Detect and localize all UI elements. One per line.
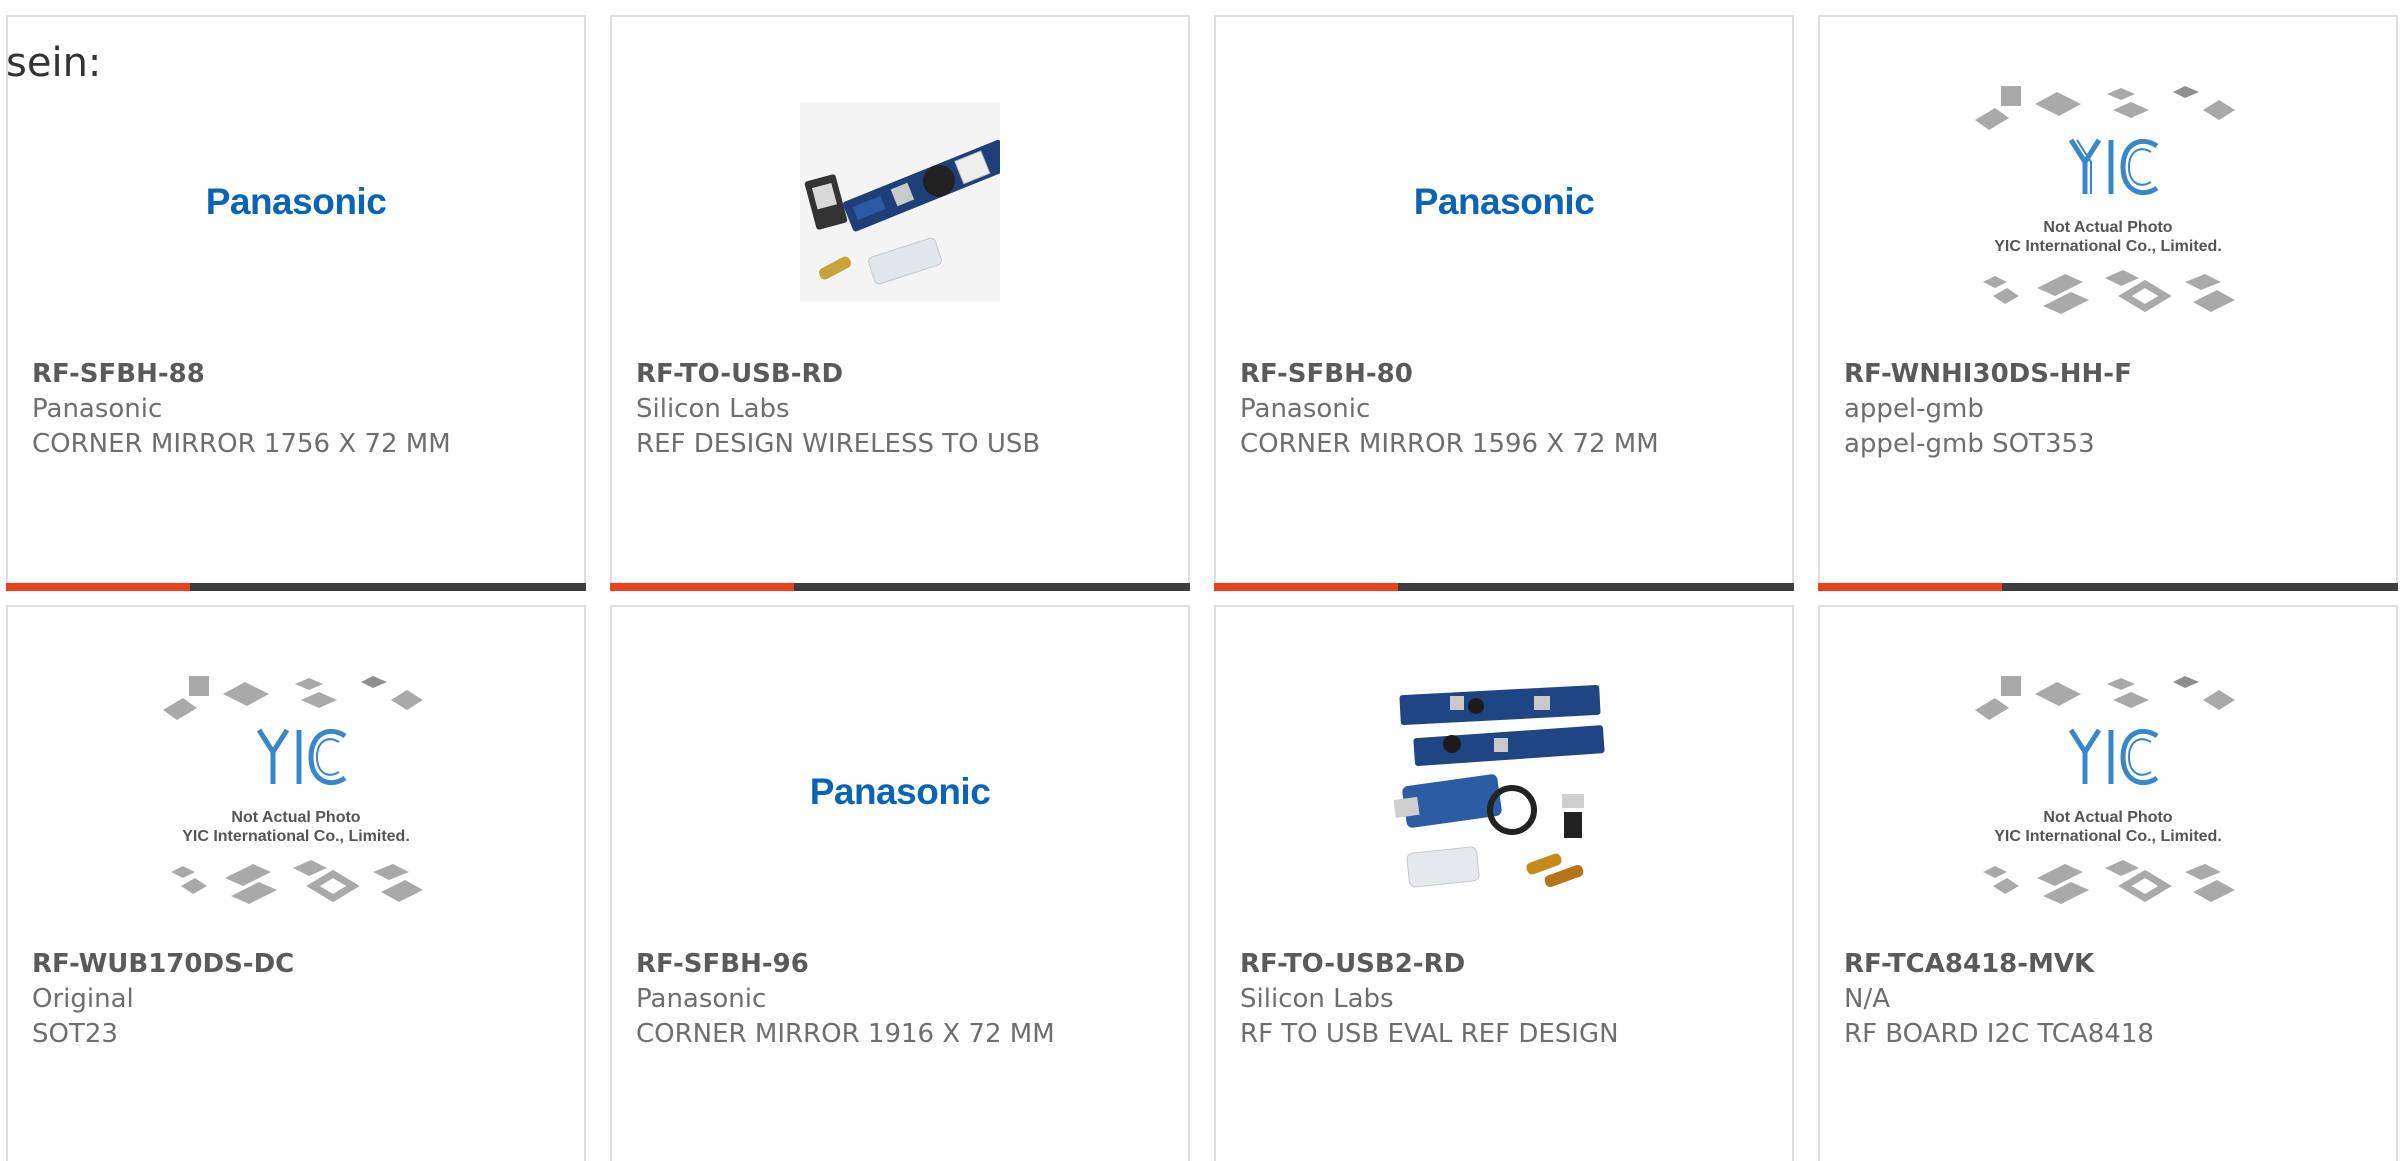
product-card[interactable]: Not Actual Photo YIC International Co., … [6,605,586,1161]
yic-placeholder-image: Not Actual Photo YIC International Co., … [1973,672,2243,912]
product-info: RF-WUB170DS-DC Original SOT23 [32,947,564,1052]
part-number[interactable]: RF-WNHI30DS-HH-F [1844,357,2376,392]
product-card[interactable]: RF-TO-USB-RD Silicon Labs REF DESIGN WIR… [610,15,1190,591]
manufacturer: Silicon Labs [636,394,790,424]
description: RF BOARD I2C TCA8418 [1844,1019,2154,1049]
product-image[interactable]: Panasonic [1216,77,1792,327]
product-image[interactable]: Panasonic [8,77,584,327]
description: CORNER MIRROR 1596 X 72 MM [1240,429,1659,459]
yic-placeholder-graphic [1975,676,2235,904]
card-bottom-bar [1214,583,1794,591]
truncated-heading-text: sein: [6,40,102,86]
manufacturer: N/A [1844,984,1890,1014]
panasonic-logo: Panasonic [1413,181,1595,222]
description: REF DESIGN WIRELESS TO USB [636,429,1041,459]
part-number[interactable]: RF-TO-USB2-RD [1240,947,1772,982]
part-number[interactable]: RF-TCA8418-MVK [1844,947,2376,982]
card-accent-bar [610,583,794,591]
placeholder-company: YIC International Co., Limited. [1994,828,2222,845]
manufacturer: appel-gmb [1844,394,1984,424]
product-card[interactable]: Not Actual Photo YIC International Co., … [1818,15,2398,591]
product-image[interactable]: Not Actual Photo YIC International Co., … [1820,77,2396,327]
usb-kit-photo [800,102,1000,302]
product-info: RF-TCA8418-MVK N/A RF BOARD I2C TCA8418 [1844,947,2376,1052]
product-card[interactable]: Panasonic RF-SFBH-80 Panasonic CORNER MI… [1214,15,1794,591]
product-image[interactable]: Not Actual Photo YIC International Co., … [8,667,584,917]
product-card[interactable]: RF-TO-USB2-RD Silicon Labs RF TO USB EVA… [1214,605,1794,1161]
description: RF TO USB EVAL REF DESIGN [1240,1019,1619,1049]
product-grid: Panasonic RF-SFBH-88 Panasonic CORNER MI… [6,15,2398,1161]
yic-placeholder-graphic [163,676,423,904]
card-bottom-bar [6,583,586,591]
product-image[interactable] [1216,667,1792,917]
product-info: RF-TO-USB2-RD Silicon Labs RF TO USB EVA… [1240,947,1772,1052]
placeholder-company: YIC International Co., Limited. [1994,238,2222,255]
placeholder-caption: Not Actual Photo [231,809,361,826]
product-image[interactable]: Panasonic [612,667,1188,917]
product-info: RF-WNHI30DS-HH-F appel-gmb appel-gmb SOT… [1844,357,2376,462]
part-number[interactable]: RF-SFBH-96 [636,947,1168,982]
part-number[interactable]: RF-TO-USB-RD [636,357,1168,392]
description: SOT23 [32,1019,118,1049]
yic-placeholder-image: Not Actual Photo YIC International Co., … [1973,82,2243,322]
manufacturer: Panasonic [32,394,163,424]
usb-kit-photo [1394,682,1614,902]
placeholder-caption: Not Actual Photo [2043,809,2173,826]
placeholder-company: YIC International Co., Limited. [182,828,410,845]
product-info: RF-TO-USB-RD Silicon Labs REF DESIGN WIR… [636,357,1168,462]
product-card[interactable]: Not Actual Photo YIC International Co., … [1818,605,2398,1161]
card-bottom-bar [1818,583,2398,591]
card-accent-bar [6,583,190,591]
part-number[interactable]: RF-SFBH-88 [32,357,564,392]
panasonic-logo: Panasonic [205,181,387,222]
yic-placeholder-image: Not Actual Photo YIC International Co., … [161,672,431,912]
product-info: RF-SFBH-80 Panasonic CORNER MIRROR 1596 … [1240,357,1772,462]
card-bottom-bar [610,583,1190,591]
product-image[interactable] [612,77,1188,327]
part-number[interactable]: RF-SFBH-80 [1240,357,1772,392]
card-accent-bar [1214,583,1398,591]
card-accent-bar [1818,583,2002,591]
page: Panasonic RF-SFBH-88 Panasonic CORNER MI… [0,0,2400,1161]
product-info: RF-SFBH-88 Panasonic CORNER MIRROR 1756 … [32,357,564,462]
manufacturer: Silicon Labs [1240,984,1394,1014]
placeholder-caption: Not Actual Photo [2043,219,2173,236]
panasonic-logo: Panasonic [809,771,991,812]
product-info: RF-SFBH-96 Panasonic CORNER MIRROR 1916 … [636,947,1168,1052]
description: CORNER MIRROR 1916 X 72 MM [636,1019,1055,1049]
product-image[interactable]: Not Actual Photo YIC International Co., … [1820,667,2396,917]
description: appel-gmb SOT353 [1844,429,2095,459]
part-number[interactable]: RF-WUB170DS-DC [32,947,564,982]
description: CORNER MIRROR 1756 X 72 MM [32,429,451,459]
manufacturer: Panasonic [636,984,767,1014]
yic-placeholder-graphic [1975,86,2235,314]
product-card[interactable]: Panasonic RF-SFBH-88 Panasonic CORNER MI… [6,15,586,591]
manufacturer: Panasonic [1240,394,1371,424]
product-card[interactable]: Panasonic RF-SFBH-96 Panasonic CORNER MI… [610,605,1190,1161]
manufacturer: Original [32,984,134,1014]
